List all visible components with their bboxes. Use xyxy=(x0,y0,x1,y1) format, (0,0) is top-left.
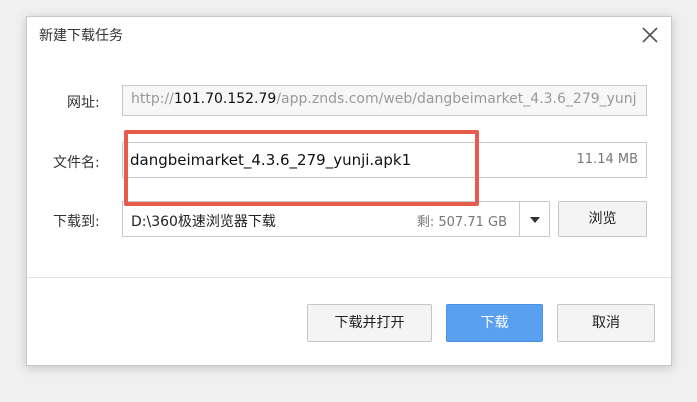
dialog-divider xyxy=(27,277,671,278)
save-path-field[interactable]: D:\360极速浏览器下载 剩: 507.71 GB xyxy=(122,201,520,237)
dialog-titlebar: 新建下载任务 xyxy=(27,17,671,53)
free-space: 剩: 507.71 GB xyxy=(416,215,507,230)
url-field[interactable]: http://101.70.152.79/app.znds.com/web/da… xyxy=(122,85,647,116)
save-path-dropdown[interactable] xyxy=(520,201,550,237)
cancel-button[interactable]: 取消 xyxy=(557,304,655,342)
file-size: 11.14 MB xyxy=(576,152,638,167)
filename-value: dangbeimarket_4.3.6_279_yunji.apk1 xyxy=(130,151,412,169)
browse-button[interactable]: 浏览 xyxy=(558,201,647,237)
url-label: 网址: xyxy=(67,95,100,111)
save-path-value: D:\360极速浏览器下载 xyxy=(131,214,276,230)
close-icon[interactable] xyxy=(639,24,661,46)
chevron-down-icon xyxy=(530,217,540,223)
filename-field[interactable]: dangbeimarket_4.3.6_279_yunji.apk1 11.14… xyxy=(122,142,647,178)
download-and-open-button[interactable]: 下载并打开 xyxy=(307,304,432,342)
download-button[interactable]: 下载 xyxy=(446,304,543,342)
url-path: /app.znds.com/web/dangbeimarket_4.3.6_27… xyxy=(276,91,637,107)
download-dialog: 新建下载任务 网址: http://101.70.152.79/app.znds… xyxy=(26,16,672,366)
dialog-title: 新建下载任务 xyxy=(39,28,123,44)
filename-label: 文件名: xyxy=(53,155,100,171)
url-prefix: http:// xyxy=(131,91,174,107)
url-host: 101.70.152.79 xyxy=(173,91,277,107)
save-to-label: 下载到: xyxy=(53,214,100,230)
